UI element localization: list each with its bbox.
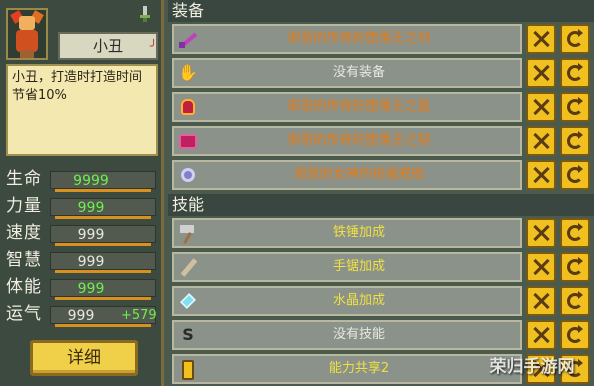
character-name: 小丑: [58, 32, 158, 60]
equip-slot[interactable]: 邪恶的传奇的堕落王之铠: [172, 126, 522, 156]
equipment-header: 装备: [168, 0, 594, 22]
equip-label: 邪恶的传奇的堕落王之剑: [287, 31, 431, 46]
stat-bar: 999: [50, 252, 156, 273]
equip-row-glove: ✋ 没有装备: [170, 58, 594, 88]
unequip-button[interactable]: [526, 92, 556, 122]
swap-button[interactable]: [560, 58, 590, 88]
ring-icon: [176, 164, 200, 186]
share-icon: [176, 358, 200, 380]
stat-label: 运气: [6, 304, 42, 324]
skill-row-hammer: 铁锤加成: [170, 218, 594, 248]
skill-label: 能力共享2: [328, 361, 390, 376]
unequip-button[interactable]: [526, 58, 556, 88]
stat-label: 生命: [6, 169, 42, 189]
remove-skill-button[interactable]: [526, 286, 556, 316]
remove-skill-button[interactable]: [526, 252, 556, 282]
skill-row-saw: 手锯加成: [170, 252, 594, 282]
equip-row-armor: 邪恶的传奇的堕落王之铠: [170, 126, 594, 156]
unequip-button[interactable]: [526, 24, 556, 54]
skill-row-empty: S 没有技能: [170, 320, 594, 350]
equip-row-helmet: 邪恶的传奇的堕落王之盔: [170, 92, 594, 122]
equip-slot[interactable]: 邪恶的传奇的堕落王之盔: [172, 92, 522, 122]
unequip-button[interactable]: [526, 126, 556, 156]
stat-bar: 999: [50, 279, 156, 300]
stat-row-hp: 生命 9999: [4, 168, 160, 192]
remove-skill-button[interactable]: [526, 320, 556, 350]
site-watermark: 荣归手游网: [489, 357, 575, 377]
hammer-icon: [176, 222, 200, 244]
stat-row-speed: 速度 999: [4, 222, 160, 246]
stat-value: 9999: [73, 173, 109, 189]
stat-bar: 9999: [50, 171, 156, 192]
stat-row-stamina: 体能 999: [4, 276, 160, 300]
stat-label: 速度: [6, 223, 42, 243]
swap-button[interactable]: [560, 160, 590, 190]
equip-row-ring: 邪恶的女神的祝福戒指: [170, 160, 594, 190]
swap-button[interactable]: [560, 92, 590, 122]
skill-slot[interactable]: 水晶加成: [172, 286, 522, 316]
skills-header: 技能: [168, 194, 594, 216]
crystal-icon: [176, 290, 200, 312]
swap-button[interactable]: [560, 126, 590, 156]
stat-bonus: +579: [121, 308, 157, 323]
stat-label: 体能: [6, 277, 42, 297]
skill-slot[interactable]: S 没有技能: [172, 320, 522, 350]
weapon-badge-icon: [140, 6, 150, 22]
equip-slot[interactable]: ✋ 没有装备: [172, 58, 522, 88]
swap-skill-button[interactable]: [560, 252, 590, 282]
character-description: 小丑，打造时打造时间节省10%: [6, 64, 158, 156]
sword-icon: [176, 28, 200, 50]
swap-button[interactable]: [560, 24, 590, 54]
equip-row-weapon: 邪恶的传奇的堕落王之剑: [170, 24, 594, 54]
skill-label: 手锯加成: [332, 259, 385, 274]
character-panel: 小丑 ╯ 小丑，打造时打造时间节省10% 生命 9999 力量 999 速度 9…: [0, 0, 164, 386]
stat-label: 智慧: [6, 250, 42, 270]
stat-bar: 999: [50, 225, 156, 246]
stat-row-strength: 力量 999: [4, 195, 160, 219]
detail-button[interactable]: 详细: [30, 340, 138, 376]
swap-skill-button[interactable]: [560, 286, 590, 316]
stat-bar: 999 +579: [50, 306, 157, 327]
unequip-button[interactable]: [526, 160, 556, 190]
stat-value: 999: [77, 227, 105, 243]
equip-slot[interactable]: 邪恶的女神的祝福戒指: [172, 160, 522, 190]
skill-label: 没有技能: [332, 327, 385, 342]
saw-icon: [176, 256, 200, 278]
glove-icon: ✋: [178, 63, 198, 82]
helmet-icon: [176, 96, 200, 118]
stat-label: 力量: [6, 196, 42, 216]
equip-label: 没有装备: [332, 65, 385, 80]
stat-value: 999: [77, 281, 105, 297]
stat-value: 999: [77, 200, 105, 216]
skill-slot[interactable]: 手锯加成: [172, 252, 522, 282]
swap-skill-button[interactable]: [560, 218, 590, 248]
skill-label: 铁锤加成: [332, 225, 385, 240]
equip-label: 邪恶的传奇的堕落王之铠: [287, 133, 431, 148]
armor-icon: [176, 130, 200, 152]
swap-skill-button[interactable]: [560, 320, 590, 350]
skill-icon: S: [182, 325, 194, 344]
character-portrait: [6, 8, 48, 60]
skill-slot[interactable]: 铁锤加成: [172, 218, 522, 248]
skill-row-crystal: 水晶加成: [170, 286, 594, 316]
equip-slot[interactable]: 邪恶的传奇的堕落王之剑: [172, 24, 522, 54]
equip-label: 邪恶的传奇的堕落王之盔: [287, 99, 431, 114]
stat-bar: 999: [50, 198, 156, 219]
game-screen: 小丑 ╯ 小丑，打造时打造时间节省10% 生命 9999 力量 999 速度 9…: [0, 0, 594, 386]
stat-value: 999: [77, 254, 105, 270]
equip-label: 邪恶的女神的祝福戒指: [293, 167, 424, 182]
stat-row-luck: 运气 999 +579: [4, 303, 160, 327]
stat-row-wisdom: 智慧 999: [4, 249, 160, 273]
name-edit-icon[interactable]: ╯: [150, 40, 157, 52]
stat-value: 999: [67, 308, 95, 324]
skill-label: 水晶加成: [332, 293, 385, 308]
remove-skill-button[interactable]: [526, 218, 556, 248]
